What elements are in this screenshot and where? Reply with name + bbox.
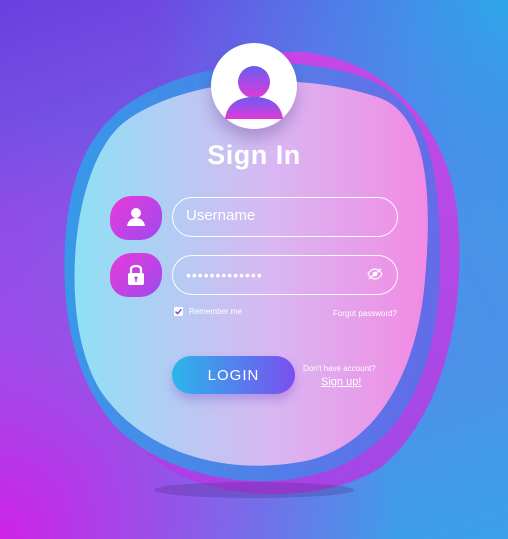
remember-label: Remember me xyxy=(189,307,242,316)
login-button[interactable]: LOGIN xyxy=(172,356,295,394)
remember-me[interactable]: Remember me xyxy=(174,307,242,316)
avatar xyxy=(211,43,297,129)
signup-prompt: Don't have account? xyxy=(303,364,376,373)
user-icon xyxy=(225,66,283,119)
password-field[interactable]: ••••••••••••• xyxy=(172,255,398,295)
eye-slash-icon[interactable] xyxy=(367,268,383,280)
username-field[interactable]: Username xyxy=(172,197,398,237)
remember-checkbox[interactable] xyxy=(174,307,183,316)
signup-link[interactable]: Sign up! xyxy=(321,376,361,388)
checkmark-icon xyxy=(175,308,183,315)
password-icon-badge xyxy=(110,253,162,297)
page-title: Sign In xyxy=(207,140,301,170)
forgot-password-link[interactable]: Forgot password? xyxy=(333,309,397,318)
username-icon-badge xyxy=(110,196,162,240)
password-value: ••••••••••••• xyxy=(186,267,263,283)
user-icon xyxy=(127,208,145,226)
lock-icon xyxy=(128,264,144,285)
username-placeholder: Username xyxy=(186,207,256,224)
